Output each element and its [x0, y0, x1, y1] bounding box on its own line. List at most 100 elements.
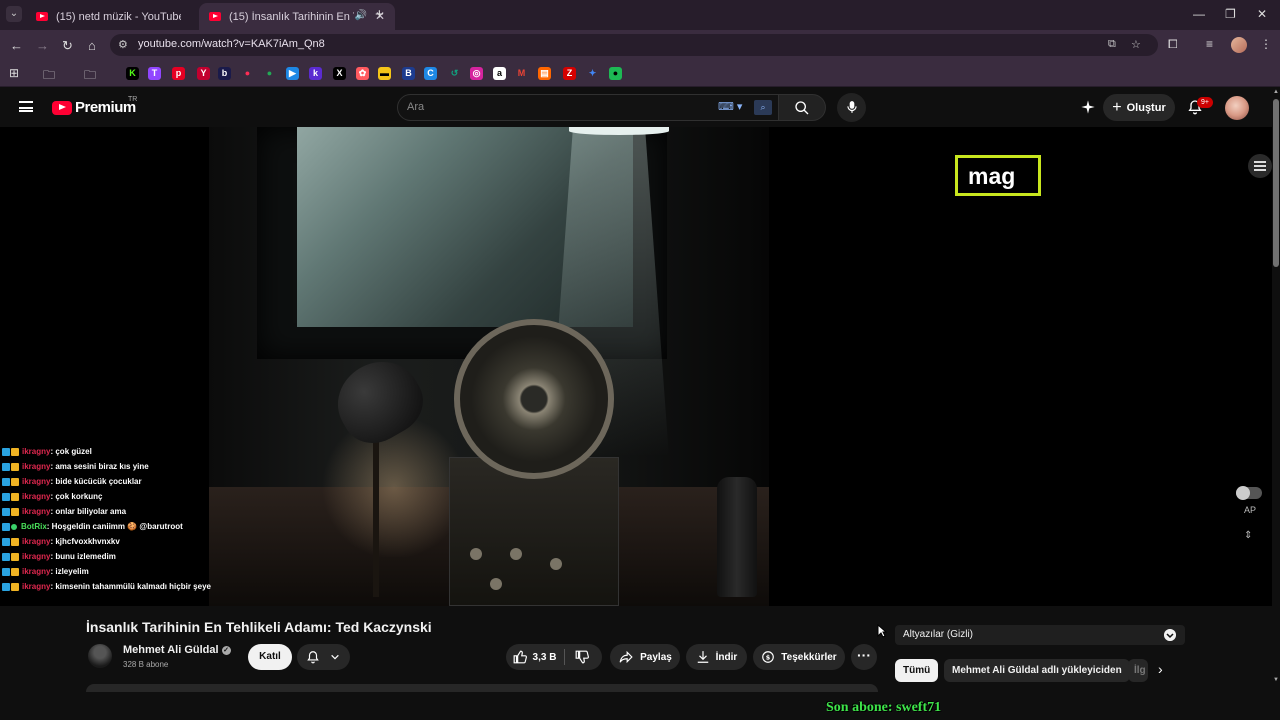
download-button[interactable]: İndir [686, 644, 747, 670]
chip-related[interactable]: İlg [1128, 659, 1148, 682]
reload-icon[interactable]: ↻ [62, 38, 73, 54]
channel-name[interactable]: Mehmet Ali Güldal ✓ [123, 644, 231, 656]
tab-search-button[interactable]: ⌄ [6, 6, 22, 22]
site-info-icon[interactable]: ⚙ [118, 38, 128, 51]
scroll-down-arrow-icon[interactable]: ▼ [1273, 677, 1279, 683]
back-icon[interactable]: ← [10, 38, 23, 53]
search-input[interactable]: Ara ⌨ ▾ ⌕ [397, 94, 779, 121]
tab-netd-muzik[interactable]: (15) netd müzik - YouTube ✕ [26, 3, 222, 30]
bookmark-icon[interactable]: ↺ [448, 67, 461, 80]
chat-username[interactable]: ikragny [22, 537, 50, 546]
bookmark-star-icon[interactable]: ☆ [1131, 38, 1141, 51]
youtube-premium-logo[interactable]: Premium TR [52, 96, 137, 116]
chat-username[interactable]: ikragny [22, 507, 50, 516]
bookmark-icon[interactable]: ◎ [470, 67, 483, 80]
microphone-icon [846, 101, 857, 113]
bookmark-icon[interactable]: ▤ [538, 67, 551, 80]
scrollbar-thumb[interactable] [1273, 99, 1279, 267]
chip-all[interactable]: Tümü [895, 659, 939, 682]
chat-username[interactable]: ikragny [22, 552, 50, 561]
bookmark-icon[interactable]: ● [263, 67, 276, 80]
forward-icon[interactable]: → [36, 38, 49, 53]
translate-extension-icon[interactable]: ⌨ ▾ [718, 100, 742, 113]
bookmark-icon[interactable]: T [148, 67, 161, 80]
bookmark-icon[interactable]: k [309, 67, 322, 80]
install-app-icon[interactable]: ⧉ [1108, 38, 1116, 51]
bookmark-icon[interactable]: ● [609, 67, 622, 80]
subscribed-notifications-button[interactable] [297, 644, 350, 670]
bookmark-icon[interactable]: B [402, 67, 415, 80]
bookmark-icon[interactable]: ✦ [586, 67, 599, 80]
scroll-up-arrow-icon[interactable]: ▲ [1273, 89, 1279, 95]
chat-badges-icon [2, 477, 20, 486]
close-window-icon[interactable]: ✕ [1257, 7, 1267, 21]
captions-panel-header[interactable]: Altyazılar (Gizli) [895, 625, 1185, 645]
more-actions-button[interactable]: ··· [851, 644, 877, 670]
ai-sparkle-icon[interactable] [1080, 99, 1096, 120]
bookmark-icon[interactable]: Y [197, 67, 210, 80]
bookmark-icon[interactable]: Z [563, 67, 576, 80]
url-bar[interactable]: ⚙ youtube.com/watch?v=KAK7iAm_Qn8 ⧉ ☆ [110, 34, 1158, 56]
chat-toggle-icon[interactable] [1248, 154, 1272, 178]
bookmark-icon[interactable]: K [126, 67, 139, 80]
join-button[interactable]: Katıl [248, 644, 292, 670]
share-button[interactable]: Paylaş [610, 644, 680, 670]
autoplay-toggle[interactable] [1236, 486, 1262, 500]
like-icon[interactable] [513, 650, 527, 664]
url-text[interactable]: youtube.com/watch?v=KAK7iAm_Qn8 [138, 38, 325, 50]
browser-profile-avatar[interactable] [1231, 37, 1247, 53]
chips-next-arrow-icon[interactable]: › [1158, 661, 1163, 677]
description-box[interactable] [86, 684, 878, 692]
extensions-icon[interactable]: ⧠ [1168, 37, 1178, 52]
bookmark-icon[interactable]: p [172, 67, 185, 80]
channel-name-text[interactable]: Mehmet Ali Güldal [123, 644, 219, 656]
thanks-button[interactable]: $ Teşekkürler [753, 644, 845, 670]
channel-avatar[interactable] [88, 644, 112, 668]
chat-username[interactable]: ikragny [22, 462, 50, 471]
restore-icon[interactable]: ❐ [1225, 7, 1236, 21]
chat-username[interactable]: ikragny [22, 492, 50, 501]
search-button[interactable] [779, 94, 826, 121]
voice-search-button[interactable] [837, 93, 866, 122]
video-player[interactable]: mag AP ⇕ ikragny: çok güzel ikragny: ama … [0, 127, 1272, 606]
address-toolbar: ← → ↻ ⌂ ⚙ youtube.com/watch?v=KAK7iAm_Qn… [0, 30, 1280, 60]
browser-menu-icon[interactable]: ⋮ [1260, 37, 1272, 51]
bookmark-folder-icon[interactable]: 🗀 [84, 66, 96, 87]
bookmark-icon[interactable]: C [424, 67, 437, 80]
bookmark-icon[interactable]: b [218, 67, 231, 80]
bookmark-icon[interactable]: ▶ [286, 67, 299, 80]
bookmark-icon[interactable]: ▬ [378, 67, 391, 80]
chip-from-uploader[interactable]: Mehmet Ali Güldal adlı yükleyiciden [944, 659, 1130, 682]
chat-username[interactable]: ikragny [22, 567, 50, 576]
share-label: Paylaş [640, 651, 672, 663]
guide-menu-icon[interactable] [19, 101, 33, 112]
like-count[interactable]: 3,3 B [533, 652, 557, 663]
bookmark-icon[interactable]: ● [241, 67, 254, 80]
minimize-icon[interactable]: — [1193, 7, 1205, 21]
bookmark-icon[interactable]: ✿ [356, 67, 369, 80]
new-tab-button[interactable]: + [375, 6, 384, 23]
expand-icon[interactable]: ⇕ [1244, 530, 1252, 541]
tab-current-video[interactable]: (15) İnsanlık Tarihinin En Tehlikeli Ada… [199, 3, 395, 30]
page-scrollbar[interactable]: ▲ ▼ [1272, 87, 1280, 720]
home-icon[interactable]: ⌂ [88, 38, 96, 53]
bookmarks-bar: ⊞ 🗀 🗀 K Tp Yb ● ● ▶ k X ✿ ▬ B C ↺ ◎ a M ▤ Z ✦ ● [0, 60, 1280, 87]
apps-grid-icon[interactable]: ⊞ [9, 66, 19, 80]
bookmark-icon[interactable]: M [515, 67, 528, 80]
dislike-icon[interactable] [575, 650, 590, 664]
search-extension-icon[interactable]: ⌕ [754, 100, 772, 115]
chat-username[interactable]: BotRix [21, 522, 47, 531]
media-control-icon[interactable]: ≡ [1206, 37, 1213, 51]
create-button[interactable]: + Oluştur [1103, 94, 1175, 121]
chat-username[interactable]: ikragny [22, 582, 50, 591]
expand-chevron-icon[interactable] [1164, 629, 1176, 641]
chat-username[interactable]: ikragny [22, 477, 50, 486]
bookmark-icon[interactable]: X [333, 67, 346, 80]
chat-username[interactable]: ikragny [22, 447, 50, 456]
bookmark-icon[interactable]: a [493, 67, 506, 80]
account-avatar[interactable] [1225, 96, 1249, 120]
audio-playing-icon[interactable]: 🔊 [355, 10, 367, 21]
last-subscriber-overlay: Son abone: sweft71 [826, 700, 942, 715]
bookmark-folder-icon[interactable]: 🗀 [43, 66, 55, 87]
create-label: Oluştur [1126, 101, 1166, 114]
